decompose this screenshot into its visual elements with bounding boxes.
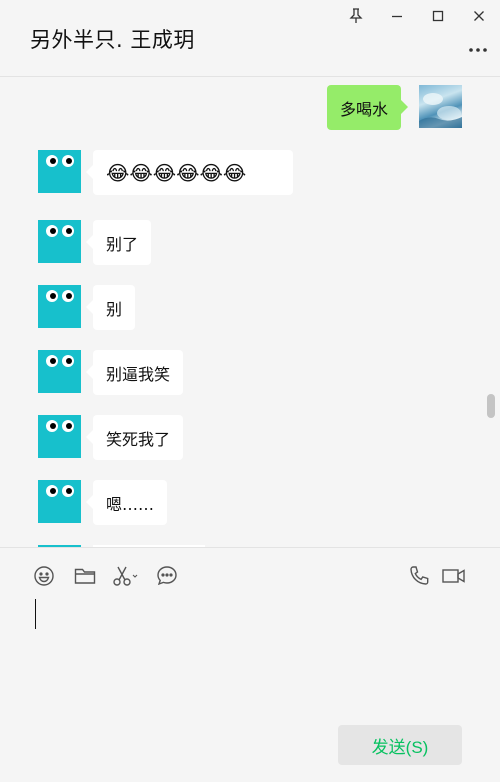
maximize-icon[interactable] — [426, 4, 450, 28]
message-bubble[interactable]: 别 — [85, 285, 136, 330]
close-icon[interactable] — [467, 4, 491, 28]
text-cursor — [35, 599, 36, 629]
video-icon[interactable] — [441, 564, 467, 588]
message-bubble[interactable]: 笑死我了 — [85, 415, 184, 460]
minimize-icon[interactable] — [385, 4, 409, 28]
chat-bubble-icon[interactable] — [154, 564, 180, 588]
scissors-icon[interactable] — [112, 564, 138, 588]
avatar-eye — [62, 420, 74, 432]
message-bubble[interactable]: 别了 — [85, 220, 152, 265]
message-bubble[interactable]: 嗯…… — [85, 480, 168, 525]
emoji-icon[interactable] — [31, 564, 57, 588]
message-bubble[interactable]: 别逼我笑 — [85, 350, 184, 395]
pin-icon[interactable] — [344, 4, 368, 28]
contact-avatar[interactable] — [38, 285, 81, 328]
my-avatar[interactable] — [419, 85, 462, 128]
contact-avatar[interactable] — [38, 480, 81, 523]
avatar-eye — [62, 355, 74, 367]
message-list[interactable]: 多喝水 😂😂😂😂😂😂 别了 别 别逼我笑 笑死我了 嗯…… — [0, 78, 500, 547]
avatar-eye — [46, 290, 58, 302]
message-bubble[interactable]: 😂😂😂😂😂😂 — [86, 150, 293, 195]
title-bar: 另外半只. 王成玥 — [0, 0, 500, 77]
message-bubble[interactable]: 多喝水 — [327, 85, 409, 130]
phone-icon[interactable] — [406, 564, 432, 588]
avatar-eye — [46, 420, 58, 432]
avatar-eye — [62, 485, 74, 497]
avatar-eye — [46, 225, 58, 237]
avatar-eye — [46, 155, 58, 167]
more-dots-icon[interactable] — [466, 40, 490, 60]
avatar-eye — [62, 290, 74, 302]
contact-avatar[interactable] — [38, 350, 81, 393]
avatar-eye — [62, 155, 74, 167]
contact-avatar[interactable] — [38, 150, 81, 193]
scrollbar-thumb[interactable] — [487, 394, 495, 418]
contact-avatar[interactable] — [38, 415, 81, 458]
input-toolbar — [0, 547, 500, 602]
contact-avatar[interactable] — [38, 220, 81, 263]
folder-icon[interactable] — [72, 564, 98, 588]
chat-title: 另外半只. 王成玥 — [30, 28, 195, 52]
avatar-eye — [46, 355, 58, 367]
avatar-eye — [62, 225, 74, 237]
send-button[interactable]: 发送(S) — [338, 725, 462, 765]
avatar-eye — [46, 485, 58, 497]
